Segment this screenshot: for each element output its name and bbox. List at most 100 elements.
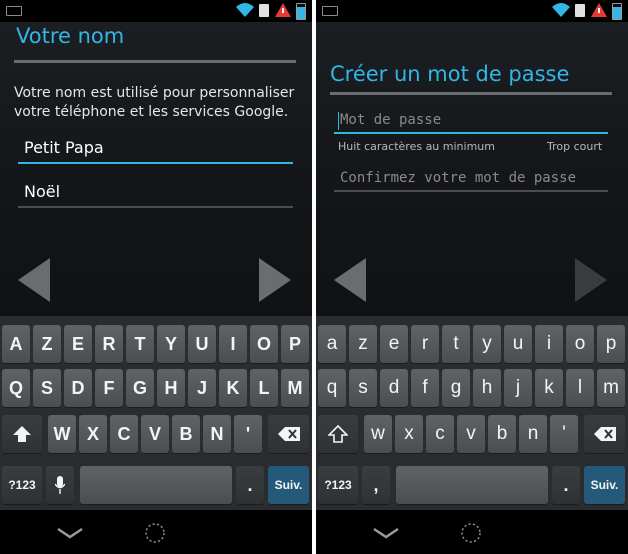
password-placeholder: Mot de passe — [340, 112, 442, 128]
key-i[interactable]: i — [535, 325, 563, 363]
page-title: Créer un mot de passe — [330, 62, 570, 86]
status-bar — [0, 0, 312, 22]
key-v[interactable]: v — [457, 415, 485, 453]
confirm-placeholder: Confirmez votre mot de passe — [340, 170, 577, 186]
key-t[interactable]: t — [442, 325, 470, 363]
description-line-1: Votre nom est utilisé pour personnaliser — [14, 85, 295, 101]
key-k[interactable]: k — [535, 369, 563, 407]
key-q[interactable]: q — [318, 369, 346, 407]
back-chevron-icon[interactable] — [56, 526, 84, 540]
microphone-key[interactable] — [46, 466, 74, 504]
key-h[interactable]: H — [157, 369, 185, 407]
key-s[interactable]: S — [33, 369, 61, 407]
last-name-field[interactable]: Noël — [18, 180, 293, 208]
key-g[interactable]: g — [442, 369, 470, 407]
key-e[interactable]: E — [64, 325, 92, 363]
key-p[interactable]: P — [281, 325, 309, 363]
password-field[interactable]: Mot de passe — [334, 110, 608, 134]
key-q[interactable]: Q — [2, 369, 30, 407]
key-o[interactable]: o — [566, 325, 594, 363]
right-arrow-icon[interactable] — [259, 258, 291, 302]
shift-key[interactable] — [318, 415, 358, 453]
symbols-key[interactable]: ?123 — [318, 466, 358, 504]
key-f[interactable]: F — [95, 369, 123, 407]
sd-card-icon — [259, 4, 269, 17]
key-x[interactable]: x — [395, 415, 423, 453]
key-r[interactable]: r — [411, 325, 439, 363]
period-key[interactable]: . — [236, 466, 264, 504]
key-y[interactable]: Y — [157, 325, 185, 363]
comma-key[interactable]: , — [362, 466, 390, 504]
key-y[interactable]: y — [473, 325, 501, 363]
key-j[interactable]: J — [188, 369, 216, 407]
shift-key[interactable] — [2, 415, 42, 453]
key-c[interactable]: c — [426, 415, 454, 453]
key-d[interactable]: D — [64, 369, 92, 407]
key-b[interactable]: b — [488, 415, 516, 453]
key-m[interactable]: m — [597, 369, 625, 407]
key-b[interactable]: B — [172, 415, 200, 453]
key-r[interactable]: R — [95, 325, 123, 363]
back-chevron-icon[interactable] — [372, 526, 400, 540]
key-z[interactable]: Z — [33, 325, 61, 363]
key-a[interactable]: A — [2, 325, 30, 363]
key-u[interactable]: u — [504, 325, 532, 363]
key-n[interactable]: n — [519, 415, 547, 453]
period-key[interactable]: . — [552, 466, 580, 504]
key-c[interactable]: C — [110, 415, 138, 453]
key-z[interactable]: z — [349, 325, 377, 363]
key-l[interactable]: l — [566, 369, 594, 407]
keyboard: A Z E R T Y U I O P Q S D F G H J K L M … — [0, 316, 312, 510]
home-circle-icon[interactable] — [144, 522, 166, 544]
shift-icon — [328, 425, 348, 443]
password-strength: Trop court — [547, 140, 603, 153]
key-w[interactable]: w — [364, 415, 392, 453]
key-x[interactable]: X — [79, 415, 107, 453]
left-arrow-icon[interactable] — [334, 258, 366, 302]
key-k[interactable]: K — [219, 369, 247, 407]
key-i[interactable]: I — [219, 325, 247, 363]
first-name-value: Petit Papa — [24, 138, 104, 157]
symbols-key[interactable]: ?123 — [2, 466, 42, 504]
key-a[interactable]: a — [318, 325, 346, 363]
key-u[interactable]: U — [188, 325, 216, 363]
key-m[interactable]: M — [281, 369, 309, 407]
key-e[interactable]: e — [380, 325, 408, 363]
next-key[interactable]: Suiv. — [268, 466, 309, 504]
status-bar — [316, 0, 628, 22]
key-f[interactable]: f — [411, 369, 439, 407]
key-apostrophe[interactable]: ' — [550, 415, 578, 453]
key-apostrophe[interactable]: ' — [234, 415, 262, 453]
backspace-icon — [277, 427, 300, 441]
name-setup-screen: Votre nom Votre nom est utilisé pour per… — [0, 0, 312, 554]
shift-icon — [13, 426, 31, 442]
key-p[interactable]: p — [597, 325, 625, 363]
key-j[interactable]: j — [504, 369, 532, 407]
key-o[interactable]: O — [250, 325, 278, 363]
space-key[interactable] — [396, 466, 548, 504]
battery-icon — [612, 3, 622, 20]
key-d[interactable]: d — [380, 369, 408, 407]
key-s[interactable]: s — [349, 369, 377, 407]
space-key[interactable] — [80, 466, 232, 504]
description-line-2: votre téléphone et les services Google. — [14, 104, 289, 120]
key-v[interactable]: V — [141, 415, 169, 453]
first-name-field[interactable]: Petit Papa — [18, 136, 293, 164]
field-underline — [18, 206, 293, 208]
text-cursor — [338, 112, 339, 130]
key-w[interactable]: W — [48, 415, 76, 453]
confirm-password-field[interactable]: Confirmez votre mot de passe — [334, 168, 608, 192]
key-n[interactable]: N — [203, 415, 231, 453]
delete-key[interactable] — [268, 415, 309, 453]
next-key[interactable]: Suiv. — [584, 466, 625, 504]
home-circle-icon[interactable] — [460, 522, 482, 544]
backspace-icon — [593, 427, 616, 441]
page-title: Votre nom — [16, 24, 125, 48]
key-h[interactable]: h — [473, 369, 501, 407]
right-arrow-icon[interactable] — [575, 258, 607, 302]
delete-key[interactable] — [584, 415, 625, 453]
key-t[interactable]: T — [126, 325, 154, 363]
left-arrow-icon[interactable] — [18, 258, 50, 302]
key-l[interactable]: L — [250, 369, 278, 407]
key-g[interactable]: G — [126, 369, 154, 407]
